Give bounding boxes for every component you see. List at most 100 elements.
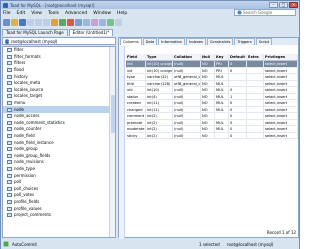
table-cell: NO	[201, 126, 215, 132]
tree-item[interactable]: node_revisions	[3, 159, 115, 166]
new-connection-icon[interactable]	[3, 18, 10, 26]
tab-triggers[interactable]: Triggers	[234, 38, 255, 45]
open-icon[interactable]	[11, 18, 18, 26]
table-cell: 1	[229, 93, 247, 99]
tree-item-label: poll	[14, 179, 22, 185]
table-cell: (null)	[173, 106, 201, 112]
search-placeholder: Search Google	[243, 10, 273, 15]
minimize-button[interactable]: –	[269, 2, 278, 8]
tree-item[interactable]: profile_fields	[3, 199, 115, 206]
tree-item[interactable]: filters	[3, 60, 115, 67]
explain-icon[interactable]	[75, 18, 82, 26]
import-icon[interactable]	[107, 18, 114, 26]
tree-item[interactable]: node_type	[3, 166, 115, 173]
table-cell: moderate	[127, 126, 146, 132]
tab-indexes[interactable]: Indexes	[186, 38, 206, 45]
search-input[interactable]: Search Google	[234, 9, 296, 16]
cut-icon[interactable]	[27, 18, 34, 26]
table-cell: sticky	[126, 132, 146, 138]
tree-item[interactable]: locales_target	[3, 93, 115, 100]
menu-tools[interactable]: Tools	[48, 11, 59, 16]
table-cell: title	[126, 80, 146, 86]
editor-icon[interactable]	[51, 18, 58, 26]
tree-item[interactable]: menu	[3, 100, 115, 107]
tab-editor[interactable]: Editor (Untitled1)*	[68, 29, 114, 36]
tree-scrollbar[interactable]	[109, 47, 115, 237]
tree-item[interactable]: node_group	[3, 146, 115, 153]
tree-item[interactable]: locales_meta	[3, 80, 115, 87]
window-controls: – □ ✕	[269, 2, 298, 8]
table-cell: (null)	[173, 113, 201, 119]
tree-scrollbar-thumb[interactable]	[111, 95, 115, 133]
table-cell: NO	[201, 67, 215, 73]
tree-item[interactable]: profile_values	[3, 205, 115, 212]
app-window: Toad for MySQL - [root@localhost (mysql)…	[0, 0, 300, 249]
autocommit-label[interactable]: AutoCommit	[12, 242, 37, 247]
table-cell: utf8_general_ci	[174, 74, 201, 80]
tree-item[interactable]: flood	[3, 67, 115, 74]
tree-item-label: history	[14, 73, 28, 79]
table-cell: 0	[229, 100, 247, 106]
column-header[interactable]: Field	[126, 54, 146, 60]
save-icon[interactable]	[19, 18, 26, 26]
connection-selector[interactable]: root@localhost (mysql)	[2, 37, 116, 45]
tree-item[interactable]: node_counter	[3, 126, 115, 133]
column-header[interactable]: Extra	[247, 54, 264, 60]
column-header[interactable]: Null	[201, 54, 215, 60]
execute-icon[interactable]	[59, 18, 66, 26]
column-header[interactable]: Collation	[173, 54, 201, 60]
options-icon[interactable]	[115, 18, 122, 26]
menu-advanced[interactable]: Advanced	[65, 11, 87, 16]
menu-view[interactable]: View	[31, 11, 42, 16]
tab-launch-page[interactable]: Toad for MySQL Launch Page	[2, 29, 68, 36]
tree-item[interactable]: poll	[3, 179, 115, 186]
tree-item-label: node	[14, 106, 24, 112]
column-header[interactable]: Default	[229, 54, 247, 60]
export-icon[interactable]	[99, 18, 106, 26]
tree-item[interactable]: node_access	[3, 113, 115, 120]
table-icon	[7, 206, 12, 211]
tree-item-label: locales_source	[14, 86, 44, 92]
close-button[interactable]: ✕	[289, 2, 298, 8]
menu-help[interactable]: Help	[117, 11, 127, 16]
tab-script[interactable]: Script	[255, 38, 273, 45]
tree-item[interactable]: node	[3, 106, 115, 113]
database-icon	[5, 38, 9, 44]
maximize-button[interactable]: □	[279, 2, 288, 8]
tree-item[interactable]: project_comments	[3, 212, 115, 219]
stop-icon[interactable]	[67, 18, 74, 26]
table-cell: MUL	[215, 100, 229, 106]
tab-constraints[interactable]: Constraints	[206, 38, 234, 45]
table-cell: PRI	[215, 67, 229, 73]
tree-item[interactable]: node_comment_statistics	[3, 120, 115, 127]
tree-item[interactable]: permission	[3, 172, 115, 179]
tree-item[interactable]: node_group_fields	[3, 153, 115, 160]
tab-columns[interactable]: Columns	[120, 38, 142, 45]
table-cell: (null)	[173, 132, 201, 138]
tree-item[interactable]: locales_source	[3, 87, 115, 94]
query-builder-icon[interactable]	[83, 18, 90, 26]
paste-icon[interactable]	[43, 18, 50, 26]
tab-information[interactable]: Information	[158, 38, 186, 45]
tree-item[interactable]: poll_votes	[3, 192, 115, 199]
menu-file[interactable]: File	[3, 11, 11, 16]
table-icon	[7, 120, 12, 125]
tree-item[interactable]: filter_formats	[3, 54, 115, 61]
column-header[interactable]: Key	[215, 54, 229, 60]
menu-edit[interactable]: Edit	[17, 11, 26, 16]
tab-data[interactable]: Data	[142, 38, 158, 45]
column-header[interactable]: Privileges	[264, 54, 298, 60]
tree-item[interactable]: node_field	[3, 133, 115, 140]
column-header[interactable]: Type	[146, 54, 173, 60]
tree-item[interactable]: poll_choices	[3, 185, 115, 192]
tree-item[interactable]: history	[3, 73, 115, 80]
tree-item-label: locales_target	[14, 93, 43, 99]
copy-icon[interactable]	[35, 18, 42, 26]
tree-item[interactable]: node_field_instance	[3, 139, 115, 146]
table-row[interactable]: sticky int(2) (null) NO 0 select,insert	[126, 132, 298, 139]
compare-icon[interactable]	[91, 18, 98, 26]
tree-item[interactable]: filter	[3, 47, 115, 54]
status-connection: root@localhost (mysql)	[227, 241, 274, 247]
tree-item-label: filters	[14, 60, 26, 66]
menu-window[interactable]: Window	[93, 11, 111, 16]
